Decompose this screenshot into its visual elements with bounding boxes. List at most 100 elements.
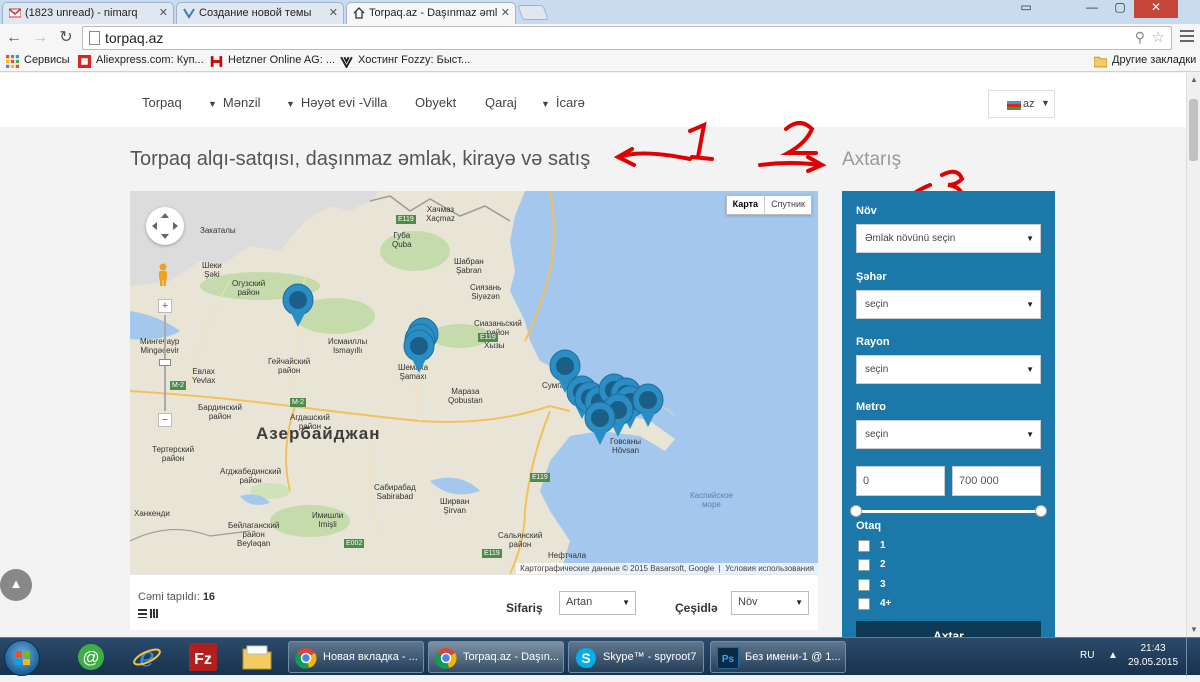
bookmark-hetzner[interactable]: Hetzner Online AG: ... xyxy=(210,54,335,67)
bookmark-apps[interactable]: Сервисы xyxy=(6,54,70,68)
close-icon[interactable]: ✕ xyxy=(501,6,510,19)
new-tab-button[interactable] xyxy=(517,5,549,20)
zoom-slider-handle[interactable] xyxy=(159,359,171,366)
map-marker[interactable] xyxy=(403,329,435,374)
profile-icon[interactable]: ▭ xyxy=(1012,0,1040,18)
filezilla-icon[interactable]: Fz xyxy=(182,641,224,673)
home-icon xyxy=(353,7,365,19)
nav-qaraj[interactable]: Qaraj xyxy=(485,95,517,110)
list-view-icon[interactable] xyxy=(138,609,147,618)
reload-button[interactable]: ↻ xyxy=(56,28,76,48)
pinned-app-mail-icon[interactable]: @ xyxy=(70,641,112,673)
map-marker[interactable] xyxy=(584,401,616,446)
folder-icon xyxy=(1094,56,1107,68)
window-close-button[interactable]: ✕ xyxy=(1134,0,1178,18)
nav-obyekt[interactable]: Obyekt xyxy=(415,95,456,110)
map-type-button[interactable]: Карта xyxy=(727,196,766,214)
scroll-down-icon[interactable]: ▼ xyxy=(1190,625,1198,634)
room-option-label: 3 xyxy=(880,579,886,590)
sort-select[interactable]: Artan ▼ xyxy=(559,591,636,615)
tab-gmail[interactable]: (1823 unread) - nimarq ✕ xyxy=(2,2,174,24)
tab-title: Создание новой темы xyxy=(199,7,312,19)
type-select[interactable]: Əmlak növünü seçin ▼ xyxy=(856,224,1041,253)
room-checkbox-1[interactable] xyxy=(858,540,870,552)
map-marker[interactable] xyxy=(632,383,664,428)
taskbar-task-skype[interactable]: S Skype™ - spyroot7 xyxy=(568,641,704,673)
scroll-up-icon[interactable]: ▲ xyxy=(1190,75,1198,84)
taskbar-task-chrome-torpaq[interactable]: Torpaq.az - Daşın... xyxy=(428,641,564,673)
task-label: Torpaq.az - Daşın... xyxy=(463,651,559,663)
back-button[interactable]: ← xyxy=(4,28,24,48)
price-range-slider[interactable] xyxy=(850,505,1047,517)
room-checkbox-4plus[interactable] xyxy=(858,598,870,610)
svg-text:Ps: Ps xyxy=(722,654,735,665)
nav-icare[interactable]: ▼ İcarə xyxy=(541,95,585,110)
scrollbar-thumb[interactable] xyxy=(1189,99,1198,161)
slider-max-handle[interactable] xyxy=(1035,505,1047,517)
nav-label: Torpaq xyxy=(142,95,182,110)
search-submit-button[interactable]: Axtar xyxy=(856,621,1041,637)
maximize-button[interactable]: ▢ xyxy=(1106,0,1134,18)
windows-logo-icon xyxy=(15,651,30,665)
nav-label: Mənzil xyxy=(222,95,261,110)
system-clock[interactable]: 21:43 29.05.2015 xyxy=(1128,642,1178,670)
taskbar-task-photoshop[interactable]: Ps Без имени-1 @ 1... xyxy=(710,641,846,673)
map-pan-control[interactable] xyxy=(146,207,184,245)
room-checkbox-3[interactable] xyxy=(858,579,870,591)
forward-button[interactable]: → xyxy=(30,28,50,48)
slider-min-handle[interactable] xyxy=(850,505,862,517)
close-icon[interactable]: ✕ xyxy=(159,6,168,19)
bookmark-star-icon[interactable]: ☆ xyxy=(1152,28,1165,46)
clock-time: 21:43 xyxy=(1140,643,1166,654)
district-value: seçin xyxy=(865,364,889,375)
tab-torpaq[interactable]: Torpaq.az - Daşınmaz əml ✕ xyxy=(346,2,516,24)
district-select[interactable]: seçin ▼ xyxy=(856,355,1041,384)
tab-forum[interactable]: Создание новой темы ✕ xyxy=(176,2,344,24)
tray-expand-icon[interactable]: ▲ xyxy=(1108,650,1118,661)
internet-explorer-icon[interactable]: e xyxy=(126,641,168,673)
bookmarks-bar: Сервисы Aliexpress.com: Куп... Hetzner O… xyxy=(0,52,1200,72)
close-icon[interactable]: ✕ xyxy=(329,6,338,19)
price-max-input[interactable]: 700 000 xyxy=(952,466,1041,496)
site-header: Torpaq ▼ Mənzil ▼ Həyət evi -Villa Obyekt … xyxy=(0,73,1186,127)
language-select[interactable]: az ▼ xyxy=(988,90,1055,118)
input-language-indicator[interactable]: RU xyxy=(1080,650,1094,661)
nav-heyet-evi[interactable]: ▼ Həyət evi -Villa xyxy=(286,95,387,110)
start-button[interactable] xyxy=(4,640,40,676)
caret-down-icon: ▼ xyxy=(1026,234,1034,243)
bookmark-fozzy[interactable]: Хостинг Fozzy: Быст... xyxy=(340,54,470,68)
nav-torpaq[interactable]: Torpaq xyxy=(142,95,182,110)
city-select[interactable]: seçin ▼ xyxy=(856,290,1041,319)
page-scrollbar[interactable]: ▲ ▼ xyxy=(1186,73,1200,637)
caret-down-icon: ▼ xyxy=(208,99,217,109)
metro-label: Metro xyxy=(856,401,886,413)
grid-view-icon[interactable] xyxy=(150,609,159,618)
metro-select[interactable]: seçin ▼ xyxy=(856,420,1041,449)
chrome-menu-icon[interactable] xyxy=(1180,30,1194,45)
address-bar[interactable]: torpaq.az ⚲ ☆ xyxy=(82,26,1172,50)
show-desktop-button[interactable] xyxy=(1186,638,1200,676)
minimize-button[interactable]: — xyxy=(1078,0,1106,18)
scroll-to-top-icon[interactable]: ▲ xyxy=(0,569,32,601)
zoom-icon[interactable]: ⚲ xyxy=(1135,29,1145,46)
bookmark-aliexpress[interactable]: Aliexpress.com: Куп... xyxy=(78,54,204,68)
map-marker[interactable] xyxy=(282,283,314,328)
bookmark-label: Aliexpress.com: Куп... xyxy=(96,54,204,66)
other-bookmarks[interactable]: Другие закладки xyxy=(1094,54,1196,68)
rooms-label: Otaq xyxy=(856,520,882,532)
file-explorer-icon[interactable] xyxy=(236,641,278,673)
filter-label: Çeşidlə xyxy=(675,601,718,615)
satellite-type-button[interactable]: Спутник xyxy=(765,196,811,214)
terms-link[interactable]: Условия использования xyxy=(725,564,814,573)
annotation-arrow-1 xyxy=(613,147,692,167)
nav-menzil[interactable]: ▼ Mənzil xyxy=(208,95,261,110)
price-min-input[interactable]: 0 xyxy=(856,466,945,496)
zoom-out-button[interactable]: − xyxy=(158,413,172,427)
filter-select[interactable]: Növ ▼ xyxy=(731,591,809,615)
pan-arrows-icon xyxy=(152,213,178,239)
street-view-pegman-icon[interactable] xyxy=(156,263,170,287)
taskbar-task-chrome-newtab[interactable]: Новая вкладка - ... xyxy=(288,641,424,673)
room-checkbox-2[interactable] xyxy=(858,559,870,571)
map-view[interactable]: Хачмаз Xaçmaz Губа Quba Шабран Şabran Сияза… xyxy=(130,191,818,574)
zoom-in-button[interactable]: + xyxy=(158,299,172,313)
